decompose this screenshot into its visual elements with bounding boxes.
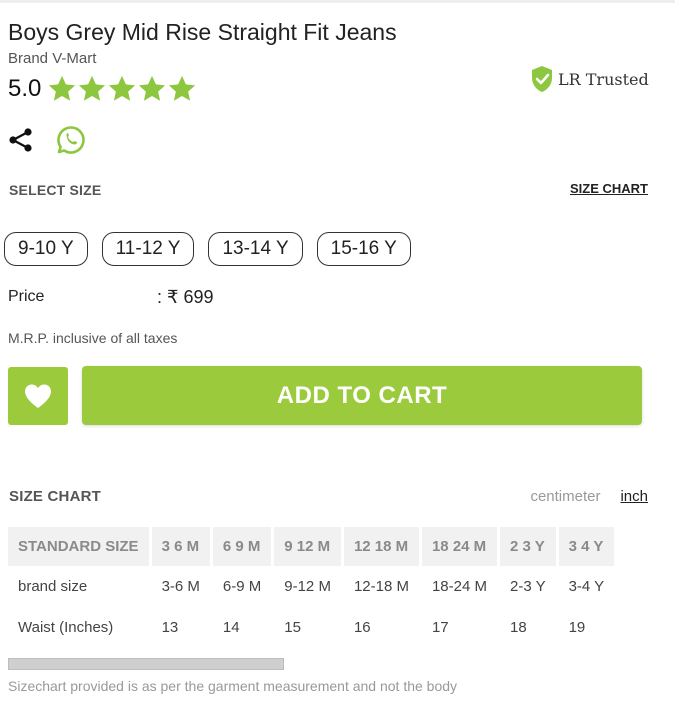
table-row: brand size 3-6 M 6-9 M 9-12 M 12-18 M 18… [8,566,614,607]
share-row [8,125,86,155]
add-to-cart-button[interactable]: ADD TO CART [82,366,642,425]
table-header: 12 18 M [343,527,419,566]
star-icon [109,75,136,101]
table-header: 3 4 Y [558,527,615,566]
table-header: 9 12 M [274,527,341,566]
table-header: 6 9 M [212,527,272,566]
size-options: 9-10 Y 11-12 Y 13-14 Y 15-16 Y [4,232,425,266]
table-cell: 3-6 M [161,578,200,595]
brand-name: Brand V-Mart [8,50,97,67]
table-row: Waist (Inches) 13 14 15 16 17 18 19 [8,607,614,648]
mrp-note: M.R.P. inclusive of all taxes [8,330,178,346]
whatsapp-icon[interactable] [56,125,86,155]
lr-trusted-text: LR Trusted [558,69,649,89]
table-cell: 14 [222,619,240,636]
unit-toggle: centimeter inch [530,488,648,505]
table-cell: 13 [161,619,179,636]
select-size-label: SELECT SIZE [9,182,102,198]
table-horizontal-scrollbar[interactable] [8,658,284,670]
shield-check-icon [532,66,552,92]
table-cell: 16 [353,619,371,636]
heart-icon [25,384,51,408]
lr-trusted-badge: LR Trusted [530,65,649,93]
unit-centimeter[interactable]: centimeter [530,488,600,505]
star-icon [49,75,76,101]
table-cell: 18 [510,619,527,636]
size-option-9-10[interactable]: 9-10 Y [4,232,88,266]
price-label: Price [8,288,45,305]
top-divider [0,0,675,3]
size-chart-link[interactable]: SIZE CHART [570,181,648,196]
table-cell: 17 [431,619,449,636]
size-option-15-16[interactable]: 15-16 Y [316,232,411,266]
unit-inch[interactable]: inch [620,488,648,505]
table-header: 3 6 M [151,527,210,566]
rating-row: 5.0 [8,74,197,104]
table-header-row: STANDARD SIZE 3 6 M 6 9 M 9 12 M 12 18 M… [8,527,615,566]
rating-value: 5.0 [8,75,42,102]
wishlist-button[interactable] [8,367,68,425]
table-cell: 18-24 M [431,578,487,595]
table-header: 18 24 M [421,527,497,566]
size-chart-table-wrapper[interactable]: STANDARD SIZE 3 6 M 6 9 M 9 12 M 12 18 M… [8,527,648,648]
table-header: 2 3 Y [500,527,556,566]
table-cell: Waist (Inches) [18,619,114,636]
price-value: : ₹ 699 [157,287,214,307]
star-icon [139,75,166,101]
table-cell: 6-9 M [222,578,262,595]
star-rating [47,74,197,104]
share-icon[interactable] [8,127,34,153]
table-cell: 2-3 Y [510,578,546,595]
size-chart-title: SIZE CHART [9,488,101,505]
star-icon [79,75,106,101]
table-cell: 15 [284,619,301,636]
size-option-11-12[interactable]: 11-12 Y [101,232,195,266]
size-chart-table: STANDARD SIZE 3 6 M 6 9 M 9 12 M 12 18 M… [8,527,617,648]
table-cell: 9-12 M [284,578,331,595]
table-cell: 3-4 Y [568,578,605,595]
table-header: STANDARD SIZE [8,527,149,566]
size-option-13-14[interactable]: 13-14 Y [208,232,303,266]
size-chart-disclaimer: Sizechart provided is as per the garment… [8,678,458,694]
product-title: Boys Grey Mid Rise Straight Fit Jeans [8,19,397,45]
star-icon [169,75,196,101]
table-cell: 12-18 M [353,578,409,595]
table-cell: brand size [18,578,88,595]
table-cell: 19 [568,619,586,636]
